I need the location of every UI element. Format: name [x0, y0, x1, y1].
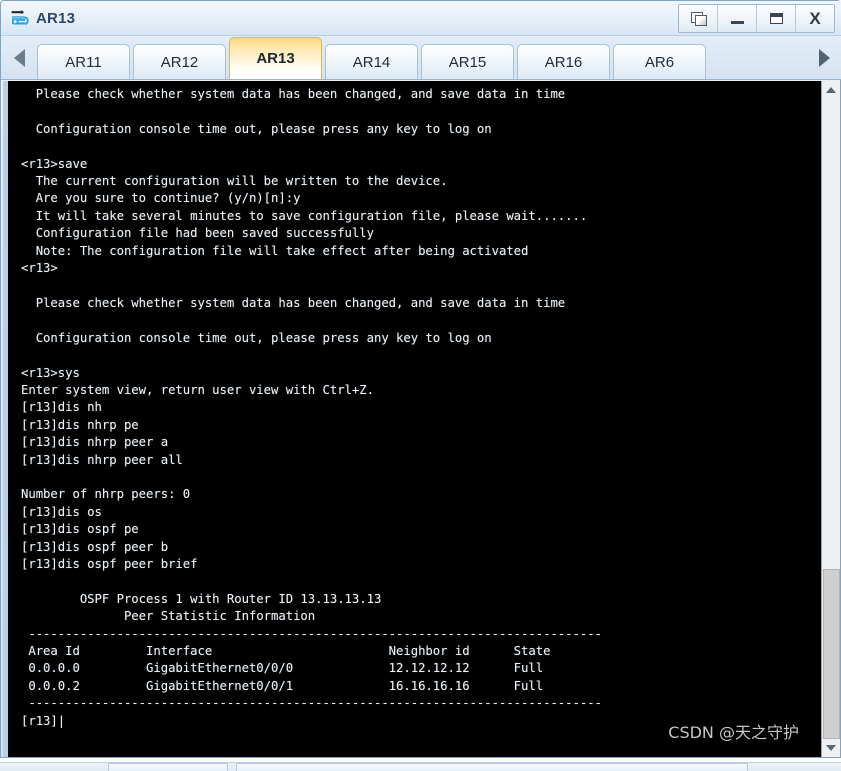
tab-ar14[interactable]: AR14	[325, 44, 418, 79]
window-controls: X	[678, 3, 835, 33]
terminal-output[interactable]: Please check whether system data has bee…	[8, 81, 821, 757]
tab-ar6[interactable]: AR6	[613, 44, 706, 79]
cascade-windows-icon	[690, 11, 707, 26]
emulator-window: AR13 X AR11 AR12 AR13 AR14 AR15 AR16 AR6…	[0, 0, 841, 758]
caret-up-icon	[826, 87, 836, 93]
tab-label: AR15	[448, 53, 487, 71]
close-icon: X	[809, 8, 821, 28]
chevron-left-icon	[13, 49, 25, 67]
tab-label: AR6	[644, 53, 675, 71]
tab-label: AR14	[352, 53, 391, 71]
terminal-text: Please check whether system data has bee…	[21, 87, 602, 728]
tab-scroll-right-button[interactable]	[806, 37, 841, 79]
tab-ar13[interactable]: AR13	[229, 37, 322, 79]
close-button[interactable]: X	[796, 4, 834, 32]
title-bar: AR13 X	[1, 1, 841, 36]
terminal-scrollbar[interactable]	[821, 81, 840, 757]
maximize-button[interactable]	[757, 4, 796, 32]
watermark: CSDN @天之守护	[668, 723, 799, 742]
tab-scroll-left-button[interactable]	[1, 37, 37, 79]
maximize-icon	[769, 12, 783, 24]
tab-ar11[interactable]: AR11	[37, 44, 130, 79]
console-area: Please check whether system data has bee…	[3, 81, 840, 757]
tab-ar15[interactable]: AR15	[421, 44, 514, 79]
tab-label: AR12	[160, 53, 199, 71]
minimize-icon	[730, 20, 744, 24]
tab-ar16[interactable]: AR16	[517, 44, 610, 79]
tab-bar: AR11 AR12 AR13 AR14 AR15 AR16 AR6	[1, 36, 841, 80]
scrollbar-down-button[interactable]	[822, 739, 840, 757]
caret-down-icon	[826, 745, 836, 751]
taskbar-item[interactable]	[236, 763, 748, 771]
application-window: AR13 X AR11 AR12 AR13 AR14 AR15 AR16 AR6…	[0, 0, 841, 771]
restore-windows-button[interactable]	[679, 4, 718, 32]
tab-list: AR11 AR12 AR13 AR14 AR15 AR16 AR6	[37, 37, 709, 79]
scrollbar-up-button[interactable]	[822, 81, 840, 99]
router-icon	[9, 7, 31, 29]
tab-ar12[interactable]: AR12	[133, 44, 226, 79]
taskbar-item[interactable]	[108, 763, 228, 771]
minimize-button[interactable]	[718, 4, 757, 32]
tab-label: AR16	[544, 53, 583, 71]
desktop-bottom-strip	[0, 758, 841, 771]
chevron-right-icon	[818, 49, 830, 67]
scrollbar-thumb[interactable]	[823, 569, 840, 739]
tab-label: AR13	[256, 50, 295, 67]
tab-label: AR11	[65, 53, 102, 71]
window-title: AR13	[36, 9, 76, 27]
